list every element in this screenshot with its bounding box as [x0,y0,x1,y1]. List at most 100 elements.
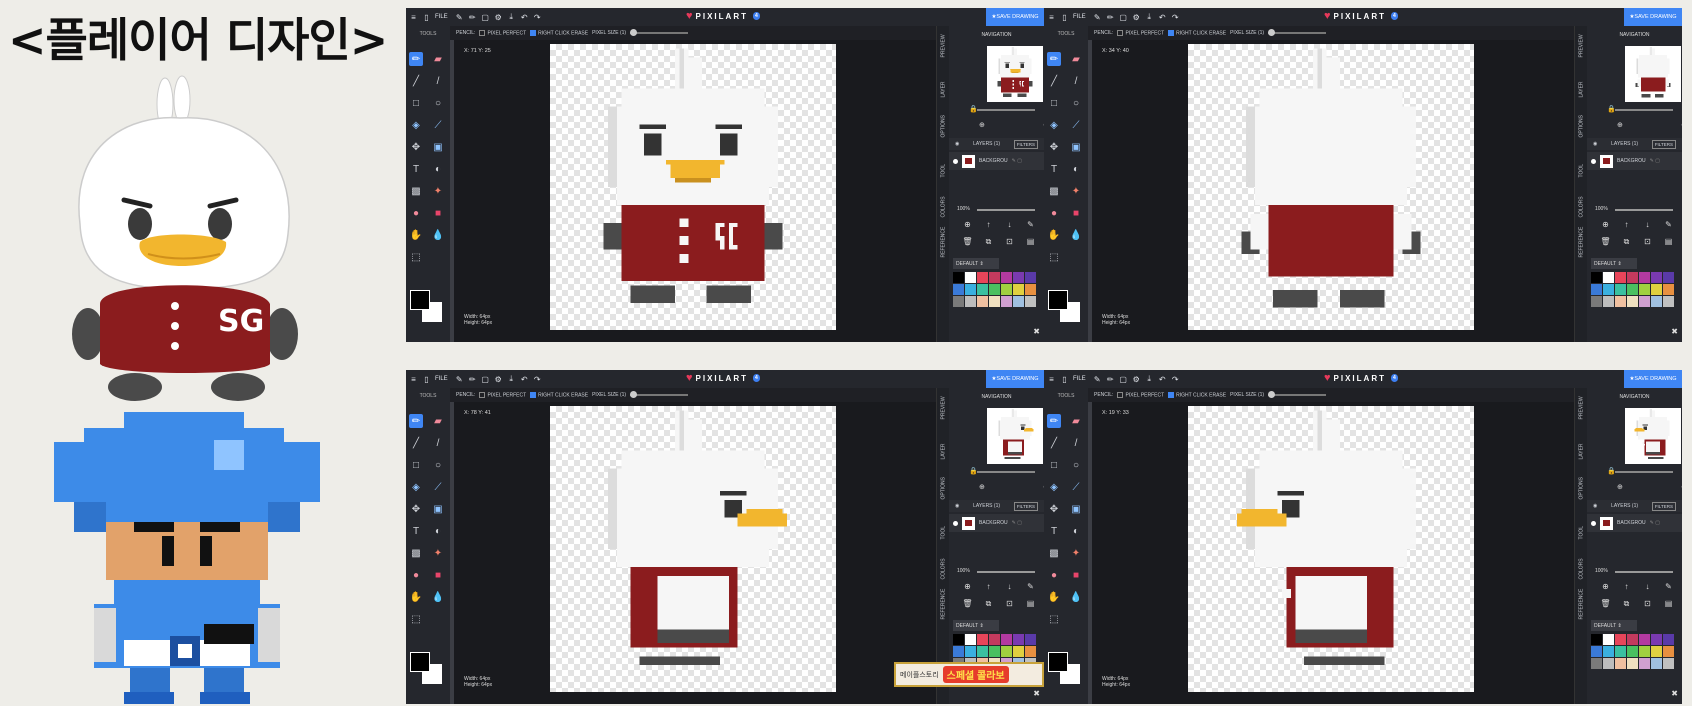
circle-tool-icon[interactable]: ○ [1069,96,1083,110]
pencil-icon[interactable]: ✏ [1105,373,1116,385]
dither-tool-icon[interactable]: ▩ [1047,184,1061,198]
redo-icon[interactable]: ↷ [1170,373,1181,385]
palette-swatch[interactable] [1025,296,1036,307]
side-tab-colors[interactable]: COLORS [941,558,947,579]
palette-swatch[interactable] [1627,272,1638,283]
move-tool-icon[interactable]: ✥ [1047,140,1061,154]
edit-layer-icon[interactable]: ✎ [1658,582,1679,591]
rectangle-tool-icon[interactable]: □ [409,458,423,472]
vertical-scrollbar[interactable] [1088,40,1092,342]
side-tab-preview[interactable]: PREVIEW [1579,34,1585,57]
palette-swatch[interactable] [953,634,964,645]
navigation-zoom-slider[interactable] [977,109,1035,111]
palette-swatch[interactable] [1603,646,1614,657]
page-icon[interactable]: ▢ [480,11,491,23]
filters-button[interactable]: FILTERS [1013,139,1038,149]
move-tool-icon[interactable]: ✥ [409,502,423,516]
navigation-thumbnail[interactable] [1625,46,1681,102]
palette-swatch[interactable] [1025,284,1036,295]
circle-tool-icon[interactable]: ○ [1069,458,1083,472]
text-tool-icon[interactable]: T [409,524,423,538]
side-tab-tool[interactable]: TOOL [1579,526,1585,540]
navigation-thumbnail[interactable] [987,46,1043,102]
stamp-tool-icon[interactable]: ✦ [431,184,445,198]
primary-color-swatch[interactable] [410,290,430,310]
palette-swatch[interactable] [1603,296,1614,307]
save-drawing-button[interactable]: ★ SAVE DRAWING [986,370,1044,388]
move-up-icon[interactable]: ↑ [978,582,999,591]
hand-tool-icon[interactable]: ✋ [409,590,423,604]
eyedropper-icon[interactable]: ✎ [1092,373,1103,385]
palette-swatch[interactable] [953,272,964,283]
palette-swatch[interactable] [1013,296,1024,307]
pencil-tool-icon[interactable]: ✏ [1047,414,1061,428]
color-picker-icon[interactable]: ■ [1069,568,1083,582]
shading-tool-icon[interactable]: ◐ [431,162,445,176]
drawing-canvas[interactable] [550,44,836,330]
palette-swatch[interactable] [1639,272,1650,283]
pixilart-logo[interactable]: ♥ PIXILART 4 [686,372,760,384]
merge-layer-icon[interactable]: ⊡ [999,237,1020,247]
fill-bucket-icon[interactable]: ◈ [409,118,423,132]
layer-menu-icon[interactable]: ▤ [1020,599,1041,609]
palette-swatch[interactable] [1013,272,1024,283]
color-replace-icon[interactable]: ● [1047,206,1061,220]
palette-swatch[interactable] [1615,284,1626,295]
palette-swatch[interactable] [1603,634,1614,645]
eraser-tool-icon[interactable]: ▰ [431,414,445,428]
notification-badge[interactable]: 4 [1390,374,1398,382]
palette-swatch[interactable] [965,296,976,307]
side-tab-preview[interactable]: PREVIEW [941,34,947,57]
palette-swatch[interactable] [1651,272,1662,283]
save-drawing-button[interactable]: ★ SAVE DRAWING [1624,370,1682,388]
crop-tool-icon[interactable]: ⬚ [409,250,423,264]
line-tool-icon[interactable]: / [431,436,445,450]
layer-visibility-icon[interactable] [953,520,958,526]
water-drop-icon[interactable]: 💧 [1069,228,1083,242]
palette-swatch[interactable] [1591,634,1602,645]
delete-layer-icon[interactable]: 🗑 [1595,599,1616,609]
pixilart-logo[interactable]: ♥ PIXILART 4 [686,10,760,22]
move-up-icon[interactable]: ↑ [978,220,999,229]
file-menu[interactable]: FILE [1073,376,1086,382]
palette-swatch[interactable] [1651,284,1662,295]
shading-tool-icon[interactable]: ◐ [1069,162,1083,176]
select-tool-icon[interactable]: ▣ [1069,140,1083,154]
palette-swatch[interactable] [1663,658,1674,669]
opacity-slider[interactable] [1615,209,1673,211]
palette-swatch[interactable] [1025,272,1036,283]
line-tool-icon[interactable]: / [431,74,445,88]
file-menu[interactable]: FILE [1073,14,1086,20]
settings-icon[interactable]: ⚙ [1131,373,1142,385]
fill-bucket-icon[interactable]: ◈ [409,480,423,494]
dither-tool-icon[interactable]: ▩ [409,184,423,198]
pixel-perfect-checkbox[interactable]: PIXEL PERFECT [479,29,526,36]
select-tool-icon[interactable]: ▣ [431,140,445,154]
right-click-erase-checkbox[interactable]: RIGHT CLICK ERASE [1168,29,1226,36]
layer-visibility-icon[interactable] [1591,158,1596,164]
close-icon[interactable]: ✖ [1033,689,1040,698]
duplicate-layer-icon[interactable]: ⧉ [978,237,999,247]
layer-row[interactable]: BACKGROU ✎ ▢ [1587,514,1682,532]
palette-swatch[interactable] [1639,658,1650,669]
layer-visibility-icon[interactable] [1591,520,1596,526]
color-picker-icon[interactable]: ■ [431,206,445,220]
delete-layer-icon[interactable]: 🗑 [957,599,978,609]
palette-swatch[interactable] [1025,634,1036,645]
opacity-slider[interactable] [1615,571,1673,573]
palette-swatch[interactable] [1013,646,1024,657]
opacity-slider[interactable] [977,571,1035,573]
line-brush-tool-icon[interactable]: ╱ [409,436,423,450]
palette-swatch[interactable] [1651,296,1662,307]
settings-icon[interactable]: ⚙ [493,373,504,385]
download-icon[interactable]: ⤓ [1144,11,1155,23]
navigation-thumbnail[interactable] [987,408,1043,464]
move-tool-icon[interactable]: ✥ [1047,502,1061,516]
pencil-tool-icon[interactable]: ✏ [409,52,423,66]
palette-swatch[interactable] [1013,634,1024,645]
eraser-tool-icon[interactable]: ▰ [431,52,445,66]
text-tool-icon[interactable]: T [1047,524,1061,538]
add-layer-icon[interactable]: ⊕ [1595,220,1616,229]
move-down-icon[interactable]: ↓ [999,220,1020,229]
filters-button[interactable]: FILTERS [1651,139,1676,149]
